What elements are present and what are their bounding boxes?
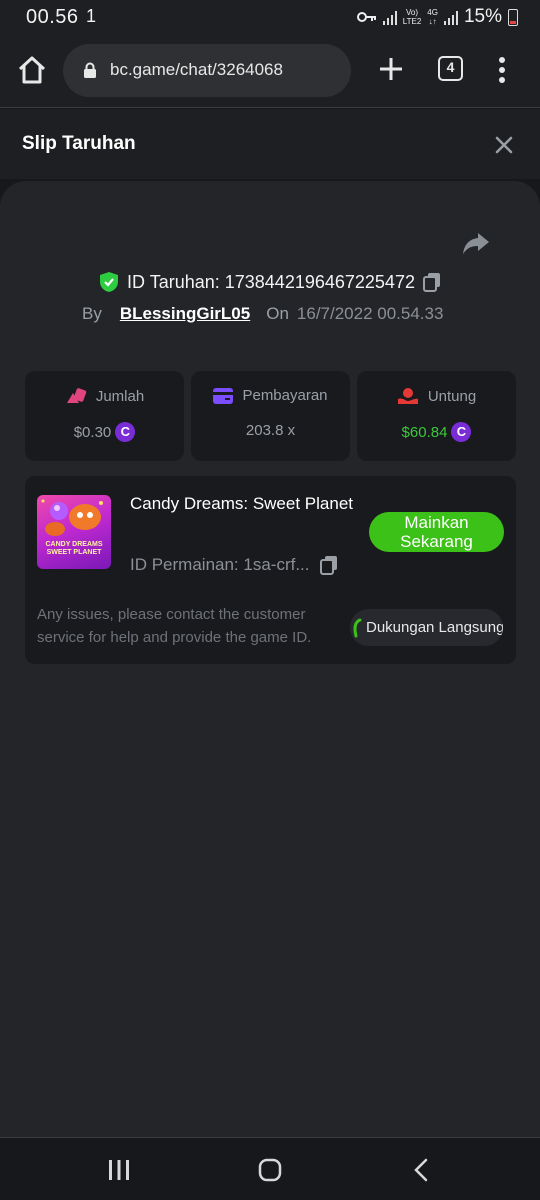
url-text: bc.game/chat/3264068 <box>110 60 283 79</box>
game-thumbnail[interactable]: CANDY DREAMS SWEET PLANET <box>37 495 111 569</box>
coin-icon: C <box>451 422 472 442</box>
key-icon <box>356 12 376 22</box>
stat-label-amount: Jumlah <box>95 387 145 405</box>
tab-switcher-button[interactable]: 4 <box>438 56 463 81</box>
status-time: 00.56 <box>26 6 79 28</box>
status-bar: 00.56 1 Vo) LTE2 4G ↓↑ 15% <box>0 0 540 34</box>
home-nav-icon[interactable] <box>258 1158 282 1182</box>
recent-apps-icon[interactable] <box>107 1159 131 1181</box>
bet-amount-icon <box>66 388 86 403</box>
lock-icon <box>84 62 96 78</box>
bet-slip-sheet: ID Taruhan: 1738442196467225472 By BLess… <box>0 181 540 1137</box>
stat-label-profit: Untung <box>427 387 477 405</box>
copy-icon[interactable] <box>422 272 441 292</box>
browser-toolbar: bc.game/chat/3264068 4 <box>0 34 540 108</box>
bet-id-row: ID Taruhan: 1738442196467225472 <box>0 269 540 295</box>
payment-card-icon <box>213 387 234 404</box>
copy-icon[interactable] <box>319 555 338 575</box>
live-support-label: Dukungan Langsung <box>366 619 503 636</box>
page-title: Slip Taruhan <box>22 133 136 154</box>
back-icon[interactable] <box>413 1158 429 1182</box>
home-icon[interactable] <box>16 54 48 86</box>
bet-author-row: By BLessingGirL05 On 16/7/2022 00.54.33 <box>82 302 443 326</box>
signal-icon-1 <box>382 9 397 25</box>
by-label: By <box>82 304 102 323</box>
close-icon[interactable] <box>494 135 514 155</box>
volte-label-top: Vo) <box>406 8 419 17</box>
slip-header: Slip Taruhan <box>0 109 540 179</box>
stat-label-payout: Pembayaran <box>242 387 328 404</box>
signal-icon-2 <box>443 9 458 25</box>
game-id-row: ID Permainan: 1sa-crf... <box>130 553 360 577</box>
system-nav-bar <box>0 1137 540 1200</box>
stat-card-payout: Pembayaran 203.8 x <box>191 371 350 461</box>
address-bar[interactable]: bc.game/chat/3264068 <box>63 44 351 97</box>
network-label-bottom: ↓↑ <box>428 17 437 26</box>
headset-icon <box>353 618 362 637</box>
stat-card-amount: Jumlah $0.30 C <box>25 371 184 461</box>
username-link[interactable]: BLessingGirL05 <box>120 304 250 324</box>
stat-value-payout: 203.8 x <box>245 422 296 439</box>
share-icon[interactable] <box>462 231 490 255</box>
stat-value-profit: $60.84 <box>401 423 448 441</box>
on-label: On <box>266 304 289 323</box>
network-indicator: 4G ↓↑ <box>427 8 438 26</box>
volte-indicator: Vo) LTE2 <box>403 8 422 26</box>
game-card: CANDY DREAMS SWEET PLANET Candy Dreams: … <box>25 476 516 664</box>
status-icons: Vo) LTE2 4G ↓↑ 15% <box>356 5 518 29</box>
stat-card-profit: Untung $60.84 C <box>357 371 516 461</box>
shield-check-icon <box>100 272 119 292</box>
new-tab-icon[interactable] <box>376 54 406 84</box>
bet-date: 16/7/2022 00.54.33 <box>296 304 444 323</box>
battery-icon <box>508 8 518 26</box>
play-now-button[interactable]: Mainkan Sekarang <box>369 512 504 552</box>
network-label-top: 4G <box>427 8 438 17</box>
game-title[interactable]: Candy Dreams: Sweet Planet <box>130 490 360 518</box>
stat-value-amount: $0.30 <box>73 423 112 441</box>
status-extra: 1 <box>86 6 97 26</box>
volte-label-bottom: LTE2 <box>402 17 422 26</box>
more-menu-icon[interactable] <box>497 56 507 84</box>
candy-planet-icon <box>41 499 103 536</box>
battery-percent: 15% <box>463 6 502 27</box>
live-support-button[interactable]: Dukungan Langsung <box>350 609 503 646</box>
coin-icon: C <box>115 422 136 442</box>
profit-icon <box>397 388 418 404</box>
support-notice: Any issues, please contact the customer … <box>37 606 312 646</box>
game-thumbnail-text: CANDY DREAMS SWEET PLANET <box>45 541 103 556</box>
game-id: ID Permainan: 1sa-crf... <box>130 555 310 574</box>
bet-id: ID Taruhan: 1738442196467225472 <box>127 271 415 292</box>
